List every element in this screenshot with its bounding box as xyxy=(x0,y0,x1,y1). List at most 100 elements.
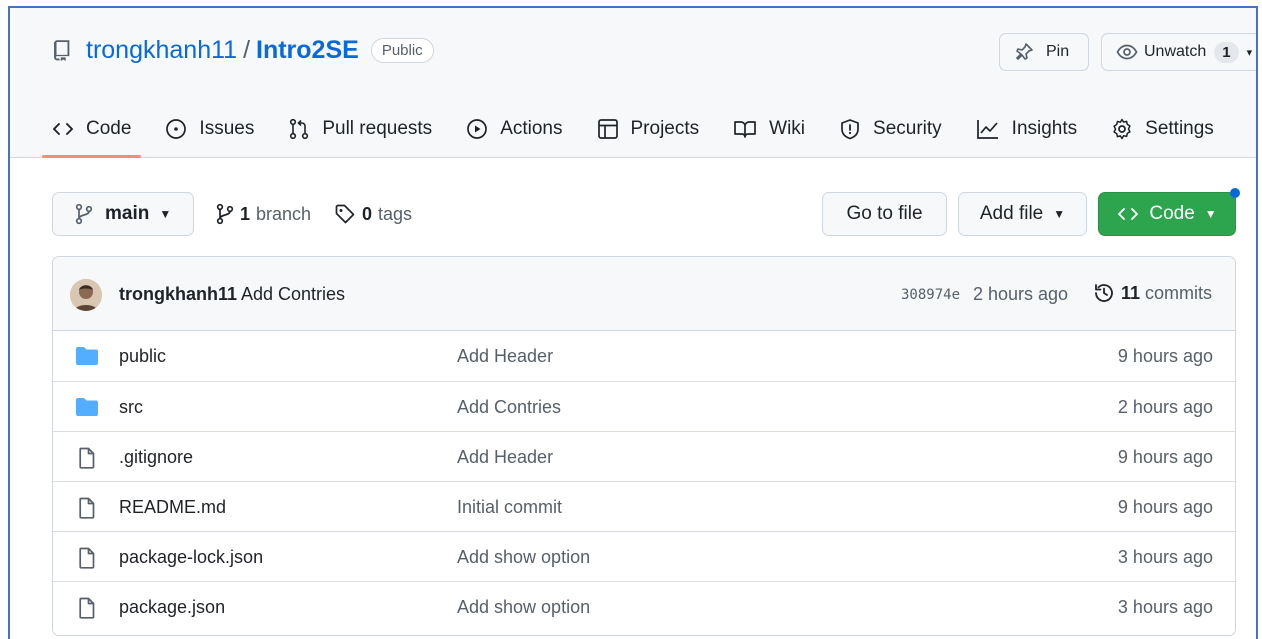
add-file-label: Add file xyxy=(979,203,1044,224)
tab-security[interactable]: Security xyxy=(839,108,942,150)
folder-icon xyxy=(76,347,98,365)
code-button[interactable]: Code ▼ xyxy=(1098,192,1236,236)
code-icon xyxy=(53,123,73,135)
tag-count: 0 xyxy=(362,203,373,224)
notification-dot xyxy=(1230,188,1240,198)
window-frame: trongkhanh11 / Intro2SE Public Pin Unwat… xyxy=(8,6,1258,639)
file-commit-message-link[interactable]: Add Contries xyxy=(457,397,561,418)
file-name-link[interactable]: src xyxy=(119,397,143,418)
file-commit-time: 2 hours ago xyxy=(1117,397,1213,417)
file-name-link[interactable]: package-lock.json xyxy=(119,547,263,568)
tab-label: Code xyxy=(86,118,132,139)
file-commit-time: 9 hours ago xyxy=(1117,346,1213,366)
repo-header: trongkhanh11 / Intro2SE Public Pin Unwat… xyxy=(10,8,1256,158)
book-icon xyxy=(734,121,756,138)
file-commit-time: 3 hours ago xyxy=(1117,547,1213,567)
commit-message-link[interactable]: Add Contries xyxy=(241,284,345,305)
code-button-label: Code xyxy=(1149,203,1195,224)
unwatch-button[interactable]: Unwatch 1 ▾ xyxy=(1101,33,1256,71)
history-icon xyxy=(1095,284,1113,302)
pin-label: Pin xyxy=(1046,43,1070,60)
table-row[interactable]: .gitignore Add Header 9 hours ago xyxy=(53,431,1235,481)
watch-count: 1 xyxy=(1214,41,1239,63)
file-name-link[interactable]: package.json xyxy=(119,597,225,618)
branches-link[interactable]: 1 branch xyxy=(216,192,311,236)
chevron-down-icon: ▼ xyxy=(1204,207,1217,221)
branch-word: branch xyxy=(256,203,312,224)
table-row[interactable]: README.md Initial commit 9 hours ago xyxy=(53,481,1235,531)
code-icon xyxy=(1118,208,1139,220)
file-icon xyxy=(79,597,95,619)
branch-icon xyxy=(75,203,93,225)
tab-label: Settings xyxy=(1145,118,1214,139)
file-commit-message-link[interactable]: Initial commit xyxy=(457,497,562,518)
commit-count: 11 xyxy=(1121,282,1141,303)
go-to-file-label: Go to file xyxy=(846,203,923,224)
tab-issues[interactable]: Issues xyxy=(165,108,254,150)
file-toolbar: main ▼ 1 branch 0 tags Go to file Add fi… xyxy=(52,188,1240,236)
unwatch-label: Unwatch xyxy=(1144,43,1207,60)
play-icon xyxy=(467,119,488,139)
table-row[interactable]: package-lock.json Add show option 3 hour… xyxy=(53,531,1235,581)
tab-label: Issues xyxy=(199,118,255,139)
pin-button[interactable]: Pin xyxy=(999,33,1089,71)
commit-word: commits xyxy=(1145,282,1213,303)
tab-label: Wiki xyxy=(769,118,806,139)
file-list: trongkhanh11 Add Contries 308974e 2 hour… xyxy=(52,256,1236,636)
branch-name: main xyxy=(105,203,150,224)
chevron-down-icon: ▼ xyxy=(159,207,172,221)
graph-icon xyxy=(976,120,998,139)
commit-time: 2 hours ago xyxy=(973,284,1069,304)
avatar-icon xyxy=(70,279,102,311)
tag-icon xyxy=(335,204,355,224)
tab-label: Pull requests xyxy=(322,118,433,139)
file-rows: public Add Header 9 hours ago src Add Co… xyxy=(53,331,1235,631)
repo-icon xyxy=(54,40,70,61)
tab-actions[interactable]: Actions xyxy=(466,108,563,150)
gear-icon xyxy=(1113,118,1131,140)
repo-name-link[interactable]: Intro2SE xyxy=(256,36,359,65)
tab-settings[interactable]: Settings xyxy=(1111,108,1214,150)
file-icon xyxy=(79,447,95,469)
branch-selector[interactable]: main ▼ xyxy=(52,192,194,236)
commit-author-link[interactable]: trongkhanh11 xyxy=(119,284,237,305)
commit-sha-link[interactable]: 308974e xyxy=(901,287,960,303)
file-commit-time: 9 hours ago xyxy=(1117,497,1213,517)
file-commit-time: 9 hours ago xyxy=(1117,447,1213,467)
visibility-badge: Public xyxy=(370,37,434,63)
shield-icon xyxy=(841,119,859,140)
latest-commit-bar: trongkhanh11 Add Contries 308974e 2 hour… xyxy=(53,257,1235,331)
file-name-link[interactable]: .gitignore xyxy=(119,447,193,468)
tab-pull-requests[interactable]: Pull requests xyxy=(288,108,432,150)
file-name-link[interactable]: public xyxy=(119,346,166,367)
issue-icon xyxy=(166,119,187,139)
add-file-button[interactable]: Add file ▼ xyxy=(958,192,1087,236)
tab-insights[interactable]: Insights xyxy=(976,108,1077,150)
repo-owner-link[interactable]: trongkhanh11 xyxy=(86,36,237,65)
tab-label: Projects xyxy=(630,118,700,139)
table-row[interactable]: src Add Contries 2 hours ago xyxy=(53,381,1235,431)
file-name-link[interactable]: README.md xyxy=(119,497,226,518)
file-icon xyxy=(79,497,95,519)
tags-link[interactable]: 0 tags xyxy=(334,192,412,236)
file-commit-message-link[interactable]: Add show option xyxy=(457,597,590,618)
pull-request-icon xyxy=(290,118,309,140)
pin-icon xyxy=(1016,43,1033,60)
file-icon xyxy=(79,547,95,569)
avatar[interactable] xyxy=(70,279,102,311)
repo-title: trongkhanh11 / Intro2SE Public xyxy=(52,32,434,68)
go-to-file-button[interactable]: Go to file xyxy=(822,192,947,236)
file-commit-message-link[interactable]: Add show option xyxy=(457,547,590,568)
table-icon xyxy=(597,119,618,139)
tab-label: Security xyxy=(873,118,942,139)
chevron-down-icon: ▾ xyxy=(1246,46,1253,59)
table-row[interactable]: public Add Header 9 hours ago xyxy=(53,331,1235,381)
tab-projects[interactable]: Projects xyxy=(597,108,700,150)
commits-history-link[interactable]: 11 commits xyxy=(1093,282,1212,304)
repo-nav-tabs: Code Issues Pull requests Actions Projec… xyxy=(41,108,1248,158)
tab-wiki[interactable]: Wiki xyxy=(733,108,805,150)
file-commit-message-link[interactable]: Add Header xyxy=(457,346,553,367)
file-commit-message-link[interactable]: Add Header xyxy=(457,447,553,468)
table-row[interactable]: package.json Add show option 3 hours ago xyxy=(53,581,1235,631)
tab-code[interactable]: Code xyxy=(41,108,142,158)
